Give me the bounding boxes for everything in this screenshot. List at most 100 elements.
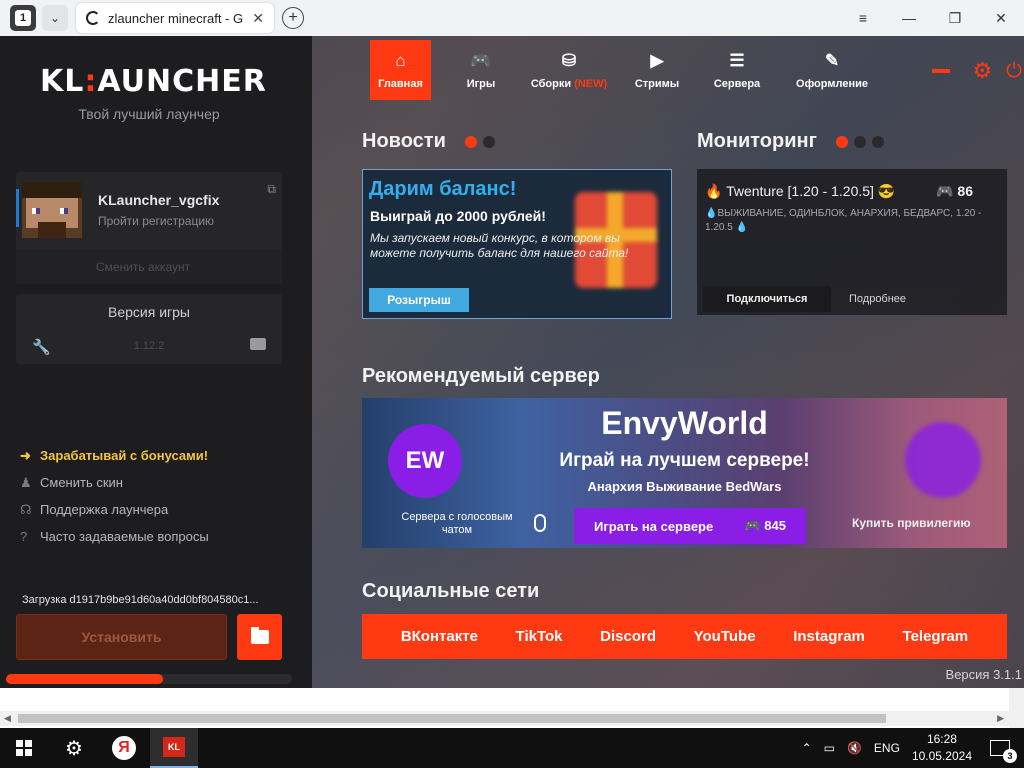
- online-count: 🎮 845: [744, 518, 787, 533]
- folder-icon[interactable]: [250, 338, 266, 350]
- news-section-title: Новости: [362, 130, 496, 153]
- tab-title: zlauncher minecraft - G: [108, 10, 244, 26]
- question-icon: ?: [20, 529, 28, 544]
- sidebar-item-label: Часто задаваемые вопросы: [40, 529, 209, 544]
- scrollbar-thumb[interactable]: [18, 714, 886, 723]
- notifications-icon[interactable]: 3: [990, 740, 1017, 763]
- main-nav: ⌂ Главная 🎮 Игры ⛁ Сборки (NEW) ▶ Стримы ☰ Се…: [370, 40, 887, 100]
- social-link-vk[interactable]: ВКонтакте: [401, 628, 478, 645]
- brush-icon: ✎: [824, 51, 840, 70]
- connect-button[interactable]: Подключиться: [703, 286, 831, 312]
- clock[interactable]: 16:28 10.05.2024: [912, 731, 972, 765]
- open-folder-button[interactable]: [237, 614, 282, 660]
- sidebar-item-faq[interactable]: ? Часто задаваемые вопросы: [20, 523, 209, 550]
- sidebar-item-bonuses[interactable]: ➜ Зарабатывай с бонусами!: [20, 442, 209, 469]
- launcher-logo: KL:AUNCHER: [40, 64, 267, 99]
- social-link-tiktok[interactable]: TikTok: [516, 628, 563, 645]
- nav-label: Игры: [466, 78, 496, 90]
- inbox-icon: ⛁: [561, 51, 577, 70]
- yandex-browser-icon[interactable]: Я: [100, 728, 148, 768]
- restore-button[interactable]: ❐: [932, 10, 978, 27]
- volume-muted-icon[interactable]: 🔇: [847, 741, 862, 755]
- external-link-icon[interactable]: ⧉: [267, 182, 276, 197]
- sidebar-item-skin[interactable]: ♟ Сменить скин: [20, 469, 209, 496]
- server-tags: 💧ВЫЖИВАНИЕ, ОДИНБЛОК, АНАРХИЯ, БЕДВАРС, …: [705, 208, 982, 233]
- carousel-dot[interactable]: [854, 135, 867, 148]
- gamepad-icon: 🎮: [470, 51, 492, 70]
- download-progress-bar: [6, 674, 292, 684]
- sidebar-item-support[interactable]: ☊ Поддержка лаунчера: [20, 496, 209, 523]
- windows-start-icon[interactable]: [16, 740, 32, 756]
- tab-counter-button[interactable]: 1: [10, 5, 36, 31]
- nav-servers[interactable]: ☰ Сервера: [697, 40, 777, 100]
- sidebar-item-label: Поддержка лаунчера: [40, 502, 169, 517]
- new-tab-button[interactable]: +: [282, 7, 304, 29]
- server-title: EnvyWorld: [601, 405, 768, 441]
- nav-modpacks[interactable]: ⛁ Сборки (NEW): [521, 40, 617, 100]
- settings-gear-icon[interactable]: ⚙: [50, 728, 98, 768]
- nav-home[interactable]: ⌂ Главная: [370, 40, 431, 100]
- nav-games[interactable]: 🎮 Игры: [441, 40, 521, 100]
- social-link-youtube[interactable]: YouTube: [694, 628, 756, 645]
- news-card[interactable]: Дарим баланс! Выиграй до 2000 рублей! Мы…: [362, 169, 672, 319]
- social-link-discord[interactable]: Discord: [600, 628, 656, 645]
- switch-account-button[interactable]: Сменить аккаунт: [16, 250, 282, 284]
- sidebar-menu: ➜ Зарабатывай с бонусами! ♟ Сменить скин ☊…: [20, 442, 209, 550]
- power-icon[interactable]: ⏻: [1006, 60, 1022, 83]
- settings-gear-icon[interactable]: ⚙: [972, 58, 992, 84]
- minimize-app-button[interactable]: [932, 69, 951, 73]
- tab-count: 1: [15, 10, 31, 26]
- giveaway-button[interactable]: Розыгрыш: [369, 288, 469, 312]
- install-button[interactable]: Установить: [16, 614, 227, 660]
- launcher-app: KL:AUNCHER Твой лучший лаунчер KLauncher…: [0, 36, 1024, 688]
- nav-appearance[interactable]: ✎ Оформление: [777, 40, 887, 100]
- social-link-telegram[interactable]: Telegram: [903, 628, 969, 645]
- arrow-icon: ➜: [20, 447, 31, 463]
- microphone-icon: [534, 514, 546, 532]
- chevron-up-icon[interactable]: ⌃: [802, 741, 812, 755]
- nav-label-text: Сборки: [530, 78, 572, 90]
- close-tab-icon[interactable]: ✕: [252, 10, 264, 27]
- news-body: Мы запускаем новый конкурс, в котором вы…: [370, 231, 629, 260]
- game-version-card[interactable]: Версия игры 🔧 1.12.2: [16, 294, 282, 364]
- play-on-server-button[interactable]: Играть на сервере 🎮 845: [574, 508, 806, 544]
- recommended-section-title: Рекомендуемый сервер: [362, 365, 600, 387]
- clock-time: 16:28: [926, 732, 957, 746]
- download-progress-fill: [6, 674, 164, 684]
- horizontal-scrollbar[interactable]: ◀ ▶: [0, 711, 1024, 726]
- carousel-dot-active[interactable]: [836, 135, 849, 148]
- social-link-instagram[interactable]: Instagram: [793, 628, 865, 645]
- app-version: Версия 3.1.1: [945, 667, 1022, 682]
- close-window-button[interactable]: ✕: [978, 10, 1024, 27]
- language-indicator[interactable]: ENG: [874, 741, 900, 755]
- carousel-dot[interactable]: [483, 135, 496, 148]
- nav-label: Главная: [378, 78, 423, 90]
- version-value[interactable]: 1.12.2: [16, 340, 282, 352]
- loading-spinner-icon: [86, 11, 100, 25]
- recommended-server-card: EW EnvyWorld Играй на лучшем сервере! Ан…: [362, 398, 1007, 548]
- scroll-left-icon[interactable]: ◀: [4, 713, 11, 724]
- clock-date: 10.05.2024: [911, 749, 972, 763]
- details-button[interactable]: Подробнее: [849, 286, 906, 312]
- carousel-dot-active[interactable]: [465, 135, 478, 148]
- klauncher-taskbar-icon[interactable]: KL: [150, 728, 198, 768]
- browser-tab-bar: 1 ⌄ zlauncher minecraft - G ✕ + ≡ — ❐ ✕: [0, 0, 1024, 36]
- carousel-dot[interactable]: [872, 135, 885, 148]
- menu-button[interactable]: ≡: [840, 10, 886, 26]
- logo-colon: :: [84, 64, 98, 99]
- browser-tab[interactable]: zlauncher minecraft - G ✕: [76, 3, 274, 33]
- chevron-down-icon[interactable]: ⌄: [42, 5, 68, 31]
- nav-label: Стримы: [634, 78, 680, 90]
- yandex-logo: Я: [112, 736, 136, 760]
- scroll-right-icon[interactable]: ▶: [997, 713, 1004, 724]
- klauncher-logo: KL: [163, 737, 185, 757]
- server-slogan: Играй на лучшем сервере!: [559, 450, 810, 471]
- nav-streams[interactable]: ▶ Стримы: [617, 40, 697, 100]
- avatar[interactable]: [22, 182, 82, 238]
- register-link[interactable]: Пройти регистрацию: [98, 214, 214, 228]
- network-icon[interactable]: ▭: [824, 741, 835, 755]
- news-title-text: Новости: [362, 130, 446, 152]
- minimize-button[interactable]: —: [886, 10, 932, 26]
- account-name: KLauncher_vgcfix: [98, 192, 220, 208]
- buy-privilege-button[interactable]: Купить привилегию: [852, 516, 971, 530]
